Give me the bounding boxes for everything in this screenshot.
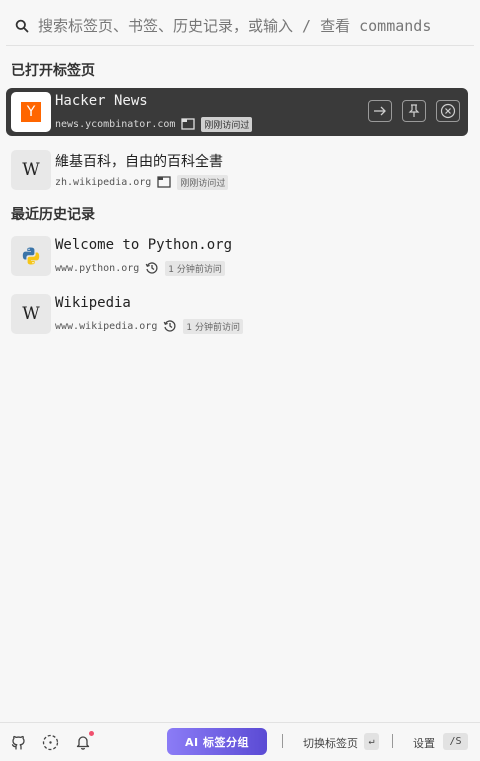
history-item-python[interactable]: Welcome to Python.org www.python.org 1 分… xyxy=(6,232,468,280)
close-tab-button[interactable] xyxy=(436,100,460,122)
notification-dot xyxy=(89,731,94,736)
wikipedia-favicon: W xyxy=(11,150,51,190)
switch-tab-label: 切换标签页 xyxy=(303,737,358,750)
visited-badge: 1 分钟前访问 xyxy=(183,318,243,334)
pin-tab-button[interactable] xyxy=(402,100,426,122)
enter-key-hint: ↵ xyxy=(364,733,379,750)
tab-item-hacker-news[interactable]: Y Hacker News news.ycombinator.com 刚刚访问过 xyxy=(6,88,468,136)
github-icon[interactable] xyxy=(10,734,27,751)
visited-badge: 刚刚访问过 xyxy=(177,174,229,190)
pin-icon xyxy=(408,104,420,117)
window-icon xyxy=(181,118,196,130)
divider xyxy=(392,734,393,748)
history-url: www.python.org xyxy=(55,262,140,274)
ai-tab-group-button[interactable]: AI 标签分组 xyxy=(167,728,267,755)
close-circle-icon xyxy=(440,103,456,119)
tab-meta: zh.wikipedia.org 刚刚访问过 xyxy=(55,174,229,190)
python-favicon xyxy=(11,236,51,276)
tab-title: 維基百科，自由的百科全書 xyxy=(55,154,223,170)
tab-meta: news.ycombinator.com 刚刚访问过 xyxy=(55,116,253,132)
history-item-wikipedia[interactable]: W Wikipedia www.wikipedia.org 1 分钟前访问 xyxy=(6,290,468,338)
history-title: Welcome to Python.org xyxy=(55,237,233,253)
visited-badge: 刚刚访问过 xyxy=(201,116,253,132)
loading-circle-icon[interactable] xyxy=(42,734,59,751)
tab-item-wikipedia-zh[interactable]: W 維基百科，自由的百科全書 zh.wikipedia.org 刚刚访问过 xyxy=(6,146,468,194)
section-title-history: 最近历史记录 xyxy=(11,207,95,223)
section-title-open-tabs: 已打开标签页 xyxy=(11,63,95,79)
footer-bar: AI 标签分组 切换标签页 ↵ 设置 /S xyxy=(0,722,480,761)
history-url: www.wikipedia.org xyxy=(55,320,158,332)
switch-to-tab-button[interactable] xyxy=(368,100,392,122)
history-meta: www.wikipedia.org 1 分钟前访问 xyxy=(55,318,243,334)
hacker-news-favicon: Y xyxy=(11,92,51,132)
search-bar xyxy=(6,6,474,46)
history-title: Wikipedia xyxy=(55,295,131,311)
history-clock-icon xyxy=(163,319,177,333)
history-meta: www.python.org 1 分钟前访问 xyxy=(55,260,225,276)
tab-url: zh.wikipedia.org xyxy=(55,176,152,188)
window-icon xyxy=(157,176,171,188)
arrow-right-icon xyxy=(374,106,386,116)
tab-url: news.ycombinator.com xyxy=(55,118,176,130)
divider xyxy=(282,734,283,748)
search-input[interactable] xyxy=(38,14,470,38)
history-clock-icon xyxy=(145,261,159,275)
tab-actions xyxy=(368,100,460,122)
search-icon xyxy=(15,19,29,33)
wikipedia-favicon: W xyxy=(11,294,51,334)
bell-icon[interactable] xyxy=(75,734,91,750)
settings-key-hint: /S xyxy=(443,733,468,750)
visited-badge: 1 分钟前访问 xyxy=(165,260,225,276)
settings-label[interactable]: 设置 xyxy=(413,735,435,751)
tab-title: Hacker News xyxy=(55,93,148,109)
